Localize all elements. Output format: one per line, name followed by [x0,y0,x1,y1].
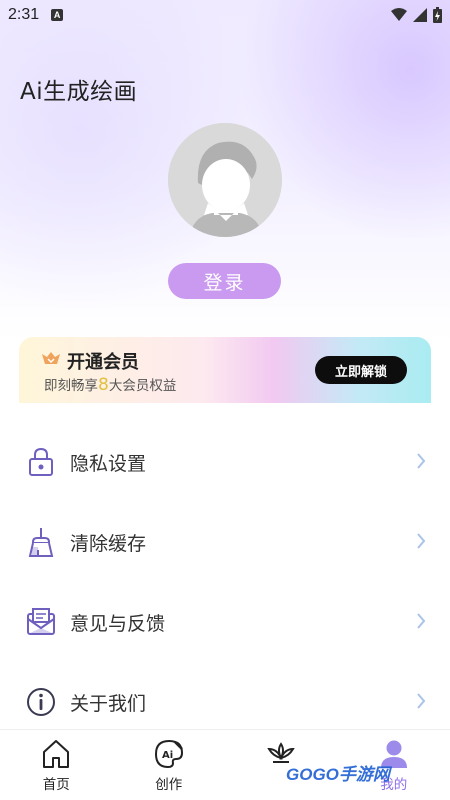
vip-subtitle-prefix: 即刻畅享 [44,378,98,394]
watermark-logo: GOGO手游网 [286,765,390,784]
vip-banner[interactable]: 开通会员 即刻畅享8大会员权益 立即解锁 [19,337,431,403]
chevron-right-icon [417,453,426,469]
status-bar: 2:31 A [0,0,450,30]
menu-item-label: 隐私设置 [70,452,147,475]
status-icons [391,7,442,23]
chevron-right-icon [417,693,426,709]
unlock-now-button[interactable]: 立即解锁 [315,356,407,384]
vip-subtitle-suffix: 大会员权益 [108,378,177,394]
menu-item-clear-cache[interactable]: 清除缓存 [0,502,450,582]
vip-subtitle-number: 8 [98,375,109,395]
lock-icon [29,447,53,476]
palette-icon: Ai [154,739,183,769]
avatar[interactable] [168,123,282,237]
settings-menu: 隐私设置 清除缓存 意见与反馈 关于我们 [0,422,450,742]
tab-create[interactable]: Ai 创作 [113,730,226,800]
tab-label: 创作 [155,777,183,793]
tab-home[interactable]: 首页 [0,730,113,800]
vip-crown-icon [42,352,60,364]
wifi-icon [391,8,407,21]
app-title: Ai生成绘画 [20,79,138,105]
menu-item-privacy[interactable]: 隐私设置 [0,422,450,502]
home-icon [43,740,70,768]
menu-item-label: 清除缓存 [70,532,147,555]
vip-title: 开通会员 [67,352,139,373]
tab-label: 首页 [42,777,70,793]
svg-text:Ai: Ai [162,750,173,761]
menu-item-label: 意见与反馈 [70,612,166,635]
broom-icon [28,528,54,557]
chevron-right-icon [417,533,426,549]
signal-icon [413,8,427,22]
vip-subtitle: 即刻畅享8大会员权益 [44,374,176,395]
mail-icon [27,608,55,635]
info-icon [27,688,55,716]
battery-icon [433,7,442,23]
menu-item-feedback[interactable]: 意见与反馈 [0,582,450,662]
menu-item-label: 关于我们 [70,692,147,715]
avatar-placeholder-icon [168,123,282,237]
login-button[interactable]: 登录 [168,263,281,299]
chevron-right-icon [417,613,426,629]
status-time: 2:31 [8,6,40,23]
status-notification-icon: A [51,9,64,21]
